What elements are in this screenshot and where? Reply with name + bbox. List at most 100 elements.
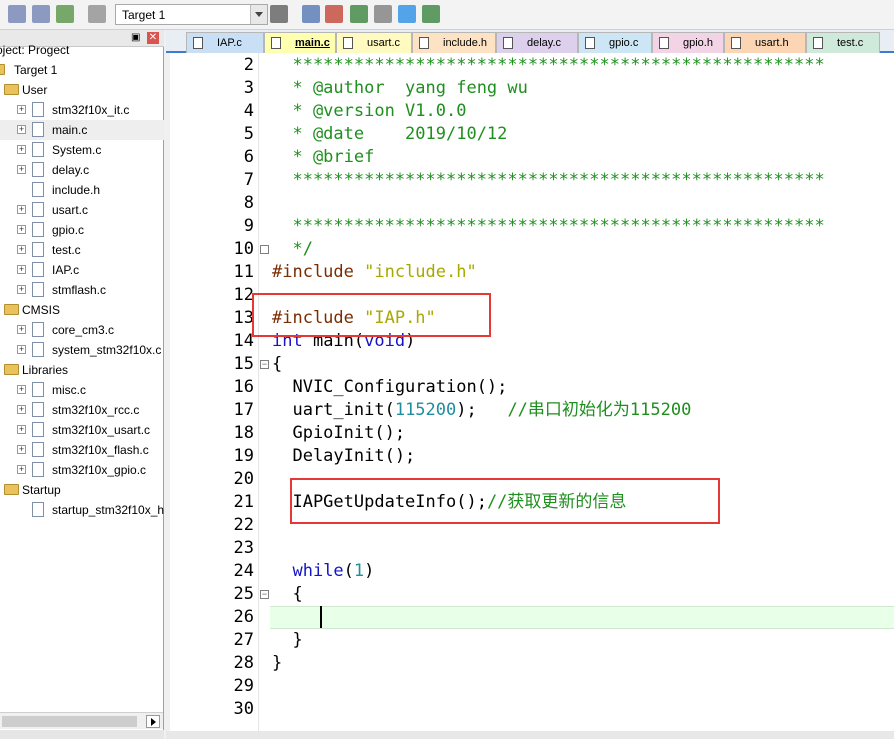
fold-end-icon[interactable] [260, 245, 269, 254]
tab-usart-h[interactable]: usart.h [724, 32, 806, 53]
code-line[interactable]: ****************************************… [272, 169, 824, 192]
expand-icon[interactable]: + [17, 145, 26, 154]
tab-gpio-c[interactable]: gpio.c [578, 32, 652, 53]
rebuild-icon[interactable] [374, 5, 392, 23]
target-select[interactable]: Target 1 [115, 4, 268, 25]
tree-item-file[interactable]: + test.c [0, 240, 164, 260]
code-line[interactable]: * @brief [272, 146, 374, 169]
expand-icon[interactable]: + [17, 125, 26, 134]
tree-item-file[interactable]: + stm32f10x_it.c [0, 100, 164, 120]
download-icon[interactable] [398, 5, 416, 23]
expand-icon[interactable]: + [17, 425, 26, 434]
file-icon [659, 37, 669, 49]
tree-item-file[interactable]: + IAP.c [0, 260, 164, 280]
code-line[interactable]: { [272, 583, 302, 606]
code-line[interactable]: } [272, 629, 302, 652]
tab-usart-c[interactable]: usart.c [336, 32, 412, 53]
tree-item-root[interactable]: roject: Progect [0, 40, 164, 60]
code-line[interactable]: uart_init(115200); //串口初始化为115200 [272, 399, 691, 422]
code-line[interactable] [272, 606, 313, 629]
expand-icon[interactable]: + [17, 445, 26, 454]
batch-icon[interactable] [88, 5, 106, 23]
code-area[interactable]: ****************************************… [270, 53, 894, 739]
expand-icon[interactable]: + [17, 245, 26, 254]
code-line[interactable]: GpioInit(); [272, 422, 405, 445]
line-number: 27 [233, 630, 254, 650]
tree-item-folder[interactable]: Startup [0, 480, 164, 500]
build-icon[interactable] [350, 5, 368, 23]
expand-icon[interactable]: + [17, 405, 26, 414]
tree-item-file[interactable]: + misc.c [0, 380, 164, 400]
scrollbar-thumb[interactable] [2, 716, 137, 727]
panel-bottom-tabs[interactable] [0, 730, 164, 739]
tree-item-file[interactable]: + usart.c [0, 200, 164, 220]
tree-item-file[interactable]: + stm32f10x_usart.c [0, 420, 164, 440]
horizontal-scrollbar[interactable] [0, 712, 163, 729]
tree-item-folder[interactable]: CMSIS [0, 300, 164, 320]
tree-item-file[interactable]: + System.c [0, 140, 164, 160]
expand-icon[interactable]: + [17, 285, 26, 294]
file-icon [32, 142, 44, 157]
save-all-icon[interactable] [8, 5, 26, 23]
tree-item-folder[interactable]: User [0, 80, 164, 100]
collapse-icon[interactable]: − [260, 360, 269, 369]
debug-icon[interactable] [422, 5, 440, 23]
expand-icon[interactable]: + [17, 345, 26, 354]
tree-item-file[interactable]: startup_stm32f10x_h [0, 500, 164, 520]
tree-item-folder[interactable]: Libraries [0, 360, 164, 380]
expand-icon[interactable]: + [17, 165, 26, 174]
code-line[interactable]: ****************************************… [272, 54, 824, 77]
expand-icon[interactable]: + [17, 325, 26, 334]
line-number: 16 [233, 377, 254, 397]
expand-icon[interactable]: + [17, 265, 26, 274]
scroll-right-button[interactable] [146, 715, 160, 728]
code-line[interactable]: while(1) [272, 560, 374, 583]
line-number: 8 [243, 193, 254, 213]
options-icon[interactable] [32, 5, 50, 23]
code-line[interactable]: * @author yang feng wu [272, 77, 527, 100]
tree-item-file[interactable]: + stm32f10x_flash.c [0, 440, 164, 460]
tree-item-target[interactable]: Target 1 [0, 60, 164, 80]
collapse-icon[interactable]: − [260, 590, 269, 599]
expand-icon[interactable]: + [17, 385, 26, 394]
magic-wand-icon[interactable] [302, 5, 320, 23]
code-line[interactable]: * @date 2019/10/12 [272, 123, 507, 146]
editor-bottom-scrollbar[interactable] [166, 731, 894, 739]
expand-icon[interactable]: + [17, 465, 26, 474]
tree-item-file[interactable]: + delay.c [0, 160, 164, 180]
tree-item-file[interactable]: + system_stm32f10x.c [0, 340, 164, 360]
tab-gpio-h[interactable]: gpio.h [652, 32, 724, 53]
tab-delay-c[interactable]: delay.c [496, 32, 578, 53]
tree-item-file[interactable]: + stm32f10x_gpio.c [0, 460, 164, 480]
code-line[interactable]: NVIC_Configuration(); [272, 376, 507, 399]
tree-item-label: stm32f10x_rcc.c [52, 403, 140, 417]
file-icon [193, 37, 203, 49]
code-line[interactable]: DelayInit(); [272, 445, 415, 468]
tree-item-file[interactable]: include.h [0, 180, 164, 200]
tree-item-file[interactable]: + main.c [0, 120, 164, 140]
editor-tab-bar: IAP.c main.c usart.c include.h delay.c gpio.c… [166, 30, 894, 53]
code-line[interactable]: } [272, 652, 282, 675]
code-line[interactable]: { [272, 353, 282, 376]
expand-icon[interactable]: + [17, 205, 26, 214]
stack-icon[interactable] [56, 5, 74, 23]
tree-item-file[interactable]: + stm32f10x_rcc.c [0, 400, 164, 420]
code-line[interactable]: ****************************************… [272, 215, 824, 238]
code-line[interactable]: #include "include.h" [272, 261, 477, 284]
chevron-down-icon[interactable] [250, 5, 267, 24]
tab-main-c[interactable]: main.c [264, 32, 336, 53]
tree-item-file[interactable]: + stmflash.c [0, 280, 164, 300]
code-editor[interactable]: 2 3 4 5 6 7 8 9 10 11 12 13 14 15 16 17 18 19 20 21 22 23 24 25… [170, 53, 894, 739]
tree-item-file[interactable]: + gpio.c [0, 220, 164, 240]
tab-test-c[interactable]: test.c [806, 32, 880, 53]
load-icon[interactable] [270, 5, 288, 23]
expand-icon[interactable]: + [17, 225, 26, 234]
code-line[interactable]: * @version V1.0.0 [272, 100, 466, 123]
tab-include-h[interactable]: include.h [412, 32, 496, 53]
tree-item-file[interactable]: + core_cm3.c [0, 320, 164, 340]
tab-IAP-c[interactable]: IAP.c [186, 32, 264, 53]
translate-icon[interactable] [325, 5, 343, 23]
tree-item-label: stm32f10x_usart.c [52, 423, 151, 437]
code-line[interactable]: */ [272, 238, 312, 261]
expand-icon[interactable]: + [17, 105, 26, 114]
